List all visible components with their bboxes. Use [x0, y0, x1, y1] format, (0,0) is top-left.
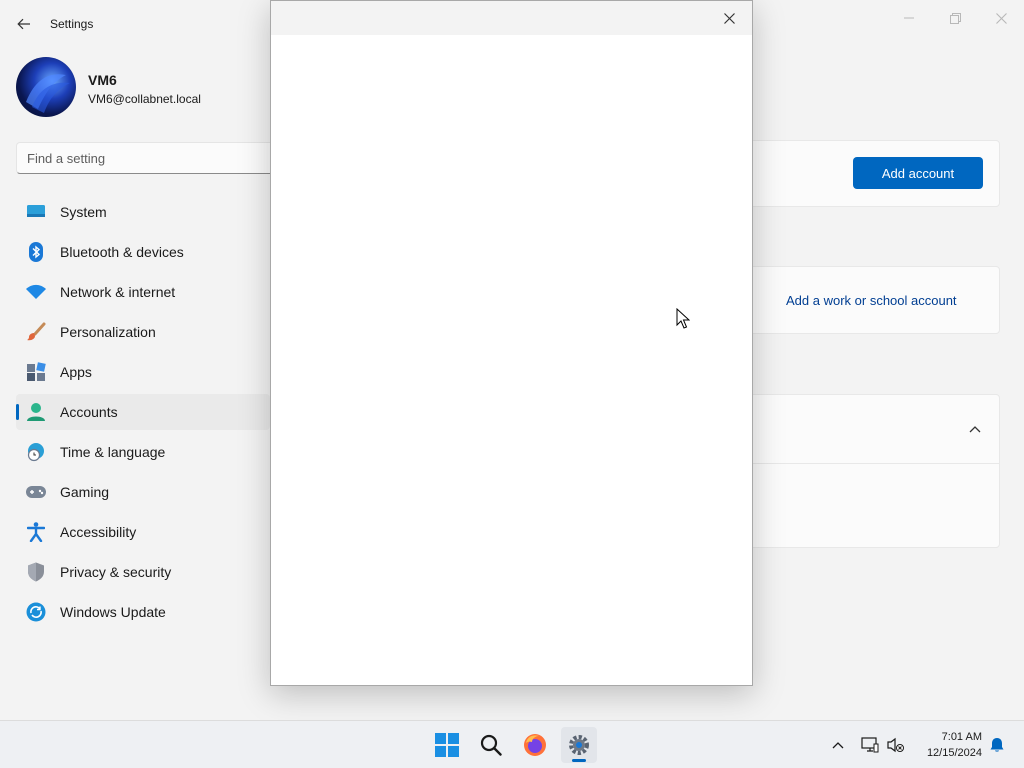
- sidebar-item-gaming[interactable]: Gaming: [16, 474, 270, 510]
- taskbar-clock[interactable]: 7:01 AM 12/15/2024: [906, 729, 982, 761]
- windows-logo-icon: [435, 733, 459, 757]
- volume-muted-icon: [887, 737, 904, 753]
- system-icon: [26, 202, 46, 222]
- sidebar-item-label: Accounts: [60, 404, 118, 420]
- user-name: VM6: [88, 72, 117, 88]
- sidebar-item-label: Personalization: [60, 324, 156, 340]
- firefox-icon: [524, 734, 546, 756]
- arrow-left-icon: [17, 18, 30, 30]
- sidebar-item-label: Privacy & security: [60, 564, 172, 580]
- sidebar-item-system[interactable]: System: [16, 194, 270, 230]
- close-icon: [995, 12, 1007, 24]
- network-tray-button[interactable]: [858, 733, 882, 757]
- add-work-school-account-link[interactable]: Add a work or school account: [786, 293, 957, 308]
- show-hidden-icons-button[interactable]: [826, 733, 850, 757]
- back-button[interactable]: [12, 12, 36, 36]
- sidebar-item-label: Bluetooth & devices: [60, 244, 184, 260]
- sidebar-item-label: Gaming: [60, 484, 110, 500]
- sidebar-item-time-language[interactable]: Time & language: [16, 434, 270, 470]
- taskbar-firefox-button[interactable]: [517, 727, 553, 763]
- search-icon: [480, 734, 502, 756]
- sidebar-item-network[interactable]: Network & internet: [16, 274, 270, 310]
- taskbar: 7:01 AM 12/15/2024: [0, 720, 1024, 768]
- blank-dialog: [270, 0, 753, 686]
- accessibility-icon: [26, 522, 46, 542]
- sidebar-item-accessibility[interactable]: Accessibility: [16, 514, 270, 550]
- active-app-indicator: [572, 759, 586, 762]
- sidebar-item-label: Apps: [60, 364, 92, 380]
- mouse-cursor-icon: [676, 308, 690, 329]
- user-email: VM6@collabnet.local: [88, 92, 201, 106]
- minimize-icon: [904, 17, 914, 19]
- accounts-icon: [26, 402, 46, 422]
- sidebar-item-accounts[interactable]: Accounts: [16, 394, 270, 430]
- sidebar-item-label: Time & language: [60, 444, 166, 460]
- sidebar-item-privacy-security[interactable]: Privacy & security: [16, 554, 270, 590]
- search-input[interactable]: [17, 143, 277, 173]
- add-account-button[interactable]: Add account: [853, 157, 983, 189]
- taskbar-settings-button[interactable]: [561, 727, 597, 763]
- globe-clock-icon: [26, 442, 46, 462]
- search-box: [16, 142, 278, 174]
- sidebar-item-label: Windows Update: [60, 604, 166, 620]
- clock-date: 12/15/2024: [926, 747, 982, 759]
- dialog-close-button[interactable]: [715, 6, 743, 30]
- update-icon: [26, 602, 46, 622]
- taskbar-search-button[interactable]: [473, 727, 509, 763]
- chevron-up-icon: [832, 742, 844, 749]
- gear-icon: [569, 735, 589, 755]
- restore-button[interactable]: [932, 4, 978, 32]
- restore-icon: [949, 12, 961, 24]
- sidebar-item-bluetooth[interactable]: Bluetooth & devices: [16, 234, 270, 270]
- gamepad-icon: [26, 482, 46, 502]
- sidebar-item-personalization[interactable]: Personalization: [16, 314, 270, 350]
- sidebar-item-label: Accessibility: [60, 524, 137, 540]
- chevron-up-icon: [969, 426, 981, 433]
- close-window-button[interactable]: [978, 4, 1024, 32]
- sidebar-nav: System Bluetooth & devices Network & int…: [16, 194, 270, 634]
- collapse-button[interactable]: [964, 419, 986, 439]
- shield-icon: [26, 562, 46, 582]
- sidebar-item-apps[interactable]: Apps: [16, 354, 270, 390]
- wifi-icon: [26, 282, 46, 302]
- avatar: [16, 57, 76, 117]
- notifications-button[interactable]: [985, 733, 1009, 757]
- clock-time: 7:01 AM: [941, 731, 982, 743]
- bell-icon: [990, 738, 1004, 752]
- window-title: Settings: [50, 17, 94, 31]
- sidebar-item-label: Network & internet: [60, 284, 176, 300]
- card-divider: [741, 463, 999, 464]
- bluetooth-icon: [26, 242, 46, 262]
- start-button[interactable]: [429, 727, 465, 763]
- minimize-button[interactable]: [886, 4, 932, 32]
- dialog-title-bar: [271, 1, 752, 35]
- expandable-card: [740, 394, 1000, 548]
- sidebar-item-windows-update[interactable]: Windows Update: [16, 594, 270, 630]
- volume-tray-button[interactable]: [884, 733, 908, 757]
- close-icon: [723, 12, 735, 24]
- brush-icon: [26, 322, 46, 342]
- network-monitor-icon: [861, 737, 879, 753]
- apps-icon: [26, 362, 46, 382]
- sidebar-item-label: System: [60, 204, 107, 220]
